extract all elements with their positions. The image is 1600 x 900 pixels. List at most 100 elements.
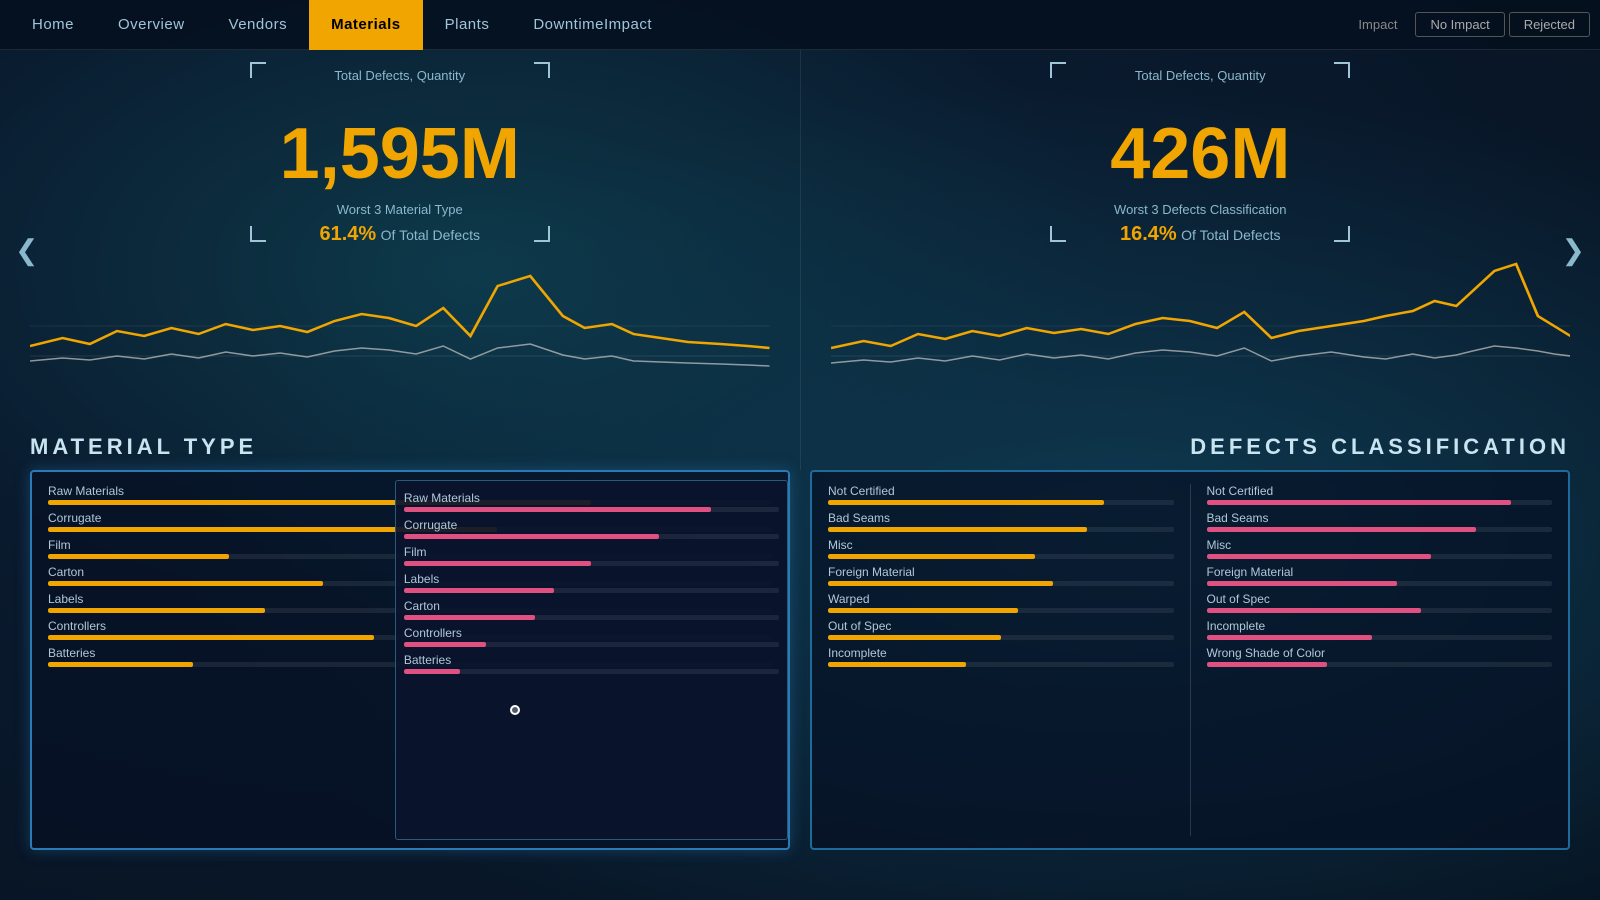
list-item: Not Certified (828, 484, 1174, 505)
bar-fill (1207, 662, 1328, 667)
defects-left-list: Not Certified Bad Seams Misc Foreign Materi… (820, 484, 1182, 836)
bar-fill (1207, 527, 1476, 532)
nav-plants[interactable]: Plants (423, 0, 512, 50)
item-label: Labels (404, 572, 779, 586)
list-item: Labels (404, 572, 779, 593)
item-label: Raw Materials (404, 491, 779, 505)
bar-fill (48, 554, 229, 559)
defects-right-list: Not Certified Bad Seams Misc Foreign Materi… (1199, 484, 1561, 836)
r-frame-bl (1050, 226, 1066, 242)
item-label: Incomplete (828, 646, 1174, 660)
nav-home[interactable]: Home (10, 0, 96, 50)
list-item: Out of Spec (828, 619, 1174, 640)
bar-fill (828, 554, 1035, 559)
nav-vendors[interactable]: Vendors (207, 0, 310, 50)
bar-fill (48, 635, 374, 640)
bar-fill (404, 534, 659, 539)
bar-track (404, 642, 779, 647)
bar-track (1207, 581, 1553, 586)
item-label: Batteries (404, 653, 779, 667)
filter-impact[interactable]: Impact (1344, 13, 1411, 36)
bar-fill (404, 669, 460, 674)
list-item: Misc (1207, 538, 1553, 559)
list-item: Out of Spec (1207, 592, 1553, 613)
item-label: Misc (1207, 538, 1553, 552)
right-section-label: Defects Classification (1190, 434, 1570, 460)
material-overlay-panel: Raw MaterialsCorrugateFilmLabelsCartonCo… (395, 480, 788, 840)
bar-fill (404, 615, 535, 620)
bar-fill (828, 662, 966, 667)
left-line-chart (30, 256, 770, 386)
bar-fill (48, 581, 323, 586)
bar-fill (48, 662, 193, 667)
bar-fill (828, 581, 1053, 586)
nav-overview[interactable]: Overview (96, 0, 207, 50)
filter-no-impact[interactable]: No Impact (1415, 12, 1504, 37)
next-arrow[interactable]: ❯ (1552, 224, 1595, 277)
bar-fill (404, 561, 592, 566)
bar-track (1207, 662, 1553, 667)
frame-tr (534, 62, 550, 78)
bar-track (404, 534, 779, 539)
filter-rejected[interactable]: Rejected (1509, 12, 1590, 37)
bar-fill (828, 500, 1104, 505)
right-chart-panel: Total Defects, Quantity 426M Worst 3 Def… (801, 50, 1600, 470)
frame-tl (250, 62, 266, 78)
right-line-chart (831, 256, 1571, 386)
item-label: Wrong Shade of Color (1207, 646, 1553, 660)
item-label: Not Certified (1207, 484, 1553, 498)
bar-fill (1207, 500, 1511, 505)
bar-track (404, 588, 779, 593)
item-label: Controllers (404, 626, 779, 640)
bar-track (828, 554, 1174, 559)
charts-top-section: Total Defects, Quantity 1,595M Worst 3 M… (0, 50, 1600, 470)
filter-buttons: Impact No Impact Rejected (1344, 12, 1590, 37)
left-chart-panel: Total Defects, Quantity 1,595M Worst 3 M… (0, 50, 801, 470)
bar-track (828, 527, 1174, 532)
r-frame-br (1334, 226, 1350, 242)
item-label: Corrugate (404, 518, 779, 532)
list-item: Raw Materials (404, 491, 779, 512)
list-item: Not Certified (1207, 484, 1553, 505)
bar-fill (828, 635, 1001, 640)
item-label: Film (404, 545, 779, 559)
list-item: Warped (828, 592, 1174, 613)
bar-fill (828, 527, 1087, 532)
prev-arrow[interactable]: ❮ (5, 224, 48, 277)
bar-track (828, 662, 1174, 667)
bar-track (828, 635, 1174, 640)
bar-fill (1207, 581, 1397, 586)
item-label: Not Certified (828, 484, 1174, 498)
nav-materials[interactable]: Materials (309, 0, 423, 50)
list-item: Bad Seams (1207, 511, 1553, 532)
item-label: Foreign Material (828, 565, 1174, 579)
nav-bar: Home Overview Vendors Materials Plants D… (10, 0, 1344, 50)
item-label: Out of Spec (828, 619, 1174, 633)
list-item: Incomplete (1207, 619, 1553, 640)
list-item: Misc (828, 538, 1174, 559)
bar-fill (1207, 635, 1373, 640)
bar-track (828, 581, 1174, 586)
item-label: Warped (828, 592, 1174, 606)
bar-track (404, 669, 779, 674)
item-label: Incomplete (1207, 619, 1553, 633)
item-label: Misc (828, 538, 1174, 552)
defects-panel: Not Certified Bad Seams Misc Foreign Materi… (810, 470, 1570, 850)
list-item: Corrugate (404, 518, 779, 539)
bar-track (1207, 527, 1553, 532)
list-item: Bad Seams (828, 511, 1174, 532)
nav-downtime[interactable]: DowntimeImpact (511, 0, 674, 50)
list-item: Batteries (404, 653, 779, 674)
item-label: Foreign Material (1207, 565, 1553, 579)
r-frame-tl (1050, 62, 1066, 78)
bar-fill (828, 608, 1018, 613)
bar-fill (1207, 608, 1421, 613)
frame-bl (250, 226, 266, 242)
list-item: Incomplete (828, 646, 1174, 667)
bar-fill (48, 608, 265, 613)
bottom-section: Raw MaterialsCorrugateFilmCartonLabelsCo… (0, 470, 1600, 860)
list-item: Foreign Material (1207, 565, 1553, 586)
list-item: Wrong Shade of Color (1207, 646, 1553, 667)
bar-track (1207, 500, 1553, 505)
item-label: Out of Spec (1207, 592, 1553, 606)
